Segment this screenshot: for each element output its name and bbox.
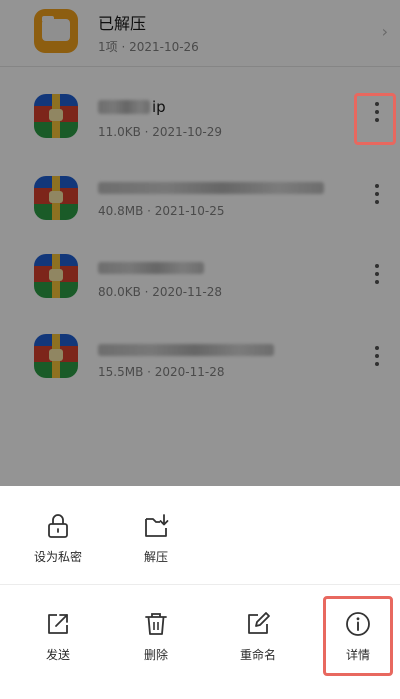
sheet-divider <box>0 584 400 585</box>
screen: 已解压 1项 · 2021-10-26 › ip 11.0KB · 2021-1… <box>0 0 400 699</box>
extract-button[interactable]: 解压 <box>116 512 196 565</box>
modal-overlay[interactable] <box>0 0 400 486</box>
send-label: 发送 <box>45 648 70 662</box>
details-highlight <box>323 596 393 676</box>
rename-label: 重命名 <box>239 648 276 662</box>
extract-icon <box>145 514 169 537</box>
share-icon <box>48 614 68 634</box>
extract-label: 解压 <box>143 550 168 564</box>
rename-button[interactable]: 重命名 <box>218 610 298 663</box>
trash-icon <box>145 613 167 635</box>
set-private-button[interactable]: 设为私密 <box>18 512 98 565</box>
set-private-label: 设为私密 <box>33 550 82 564</box>
delete-label: 删除 <box>143 648 168 662</box>
action-sheet: 设为私密 解压 发送 删除 重命名 详情 <box>0 486 400 699</box>
send-button[interactable]: 发送 <box>18 610 98 663</box>
more-options-highlight <box>354 93 396 145</box>
rename-icon <box>248 612 270 634</box>
lock-icon <box>48 514 68 538</box>
delete-button[interactable]: 删除 <box>116 610 196 663</box>
